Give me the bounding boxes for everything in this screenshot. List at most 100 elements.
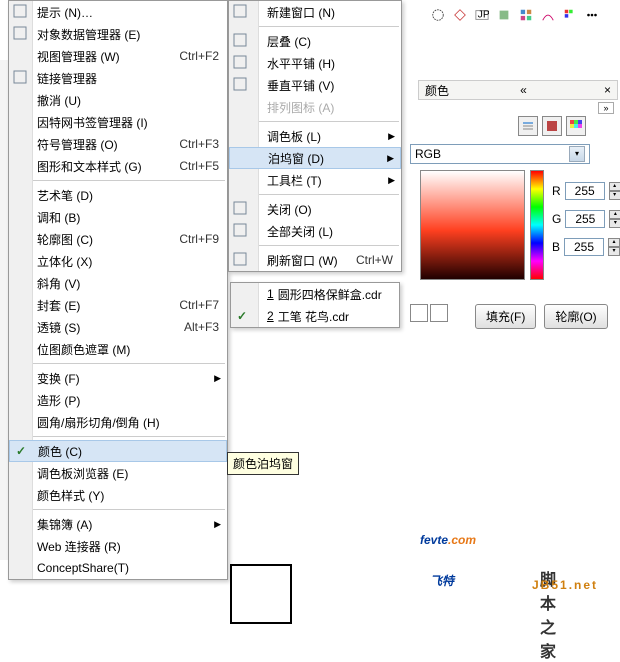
square-icon[interactable] [496, 7, 512, 23]
dockers-item-9[interactable]: 艺术笔 (D) [9, 184, 227, 206]
b-input[interactable] [564, 238, 604, 256]
preview-box [230, 564, 292, 624]
g-spinner[interactable]: ▴▾ [609, 210, 620, 228]
window-item-9[interactable]: 工具栏 (T) ▶ [229, 169, 401, 191]
menu-shortcut: Ctrl+F9 [179, 232, 219, 246]
menu-item-label: 层叠 (C) [267, 33, 311, 50]
dockers-item-19[interactable]: 造形 (P) [9, 389, 227, 411]
color-panel-titlebar: 颜色 « × [418, 80, 618, 100]
dockers-item-27[interactable]: Web 连接器 (R) [9, 535, 227, 557]
dockers-item-26[interactable]: 集锦簿 (A)▶ [9, 513, 227, 535]
jpg-icon[interactable]: JPG [474, 7, 490, 23]
dockers-item-16[interactable]: 位图颜色遮罩 (M) [9, 338, 227, 360]
panel-close-icon[interactable]: × [604, 83, 611, 97]
doc-item-0[interactable]: 1 圆形四格保鲜盒.cdr [231, 283, 399, 305]
dockers-item-0[interactable]: 提示 (N)… [9, 1, 227, 23]
window-item-7[interactable]: 调色板 (L)▶ [229, 125, 401, 147]
svg-text:JPG: JPG [478, 9, 490, 21]
dockers-item-1[interactable]: 对象数据管理器 (E) [9, 23, 227, 45]
menu-item-label: 撤消 (U) [37, 92, 81, 109]
panel-expand-icon[interactable]: » [598, 102, 614, 114]
dockers-item-14[interactable]: 封套 (E)Ctrl+F7 [9, 294, 227, 316]
sliders-icon[interactable] [518, 116, 538, 136]
dockers-item-24[interactable]: 颜色样式 (Y) [9, 484, 227, 506]
menu-separator [11, 180, 225, 181]
shape-icon[interactable] [430, 7, 446, 23]
dockers-item-3[interactable]: 链接管理器 [9, 67, 227, 89]
submenu-arrow-icon: ▶ [214, 373, 221, 384]
dockers-item-15[interactable]: 透镜 (S)Alt+F3 [9, 316, 227, 338]
menu-item-label: 关闭 (O) [267, 201, 312, 218]
r-row: R ▴▾ [552, 182, 620, 200]
viewer-icon[interactable] [542, 116, 562, 136]
palette-icon[interactable] [562, 7, 578, 23]
window-item-5: 排列图标 (A) [229, 96, 401, 118]
menu-item-label: 图形和文本样式 (G) [37, 158, 142, 175]
panel-arrows[interactable]: « [520, 83, 527, 97]
curve-icon[interactable] [540, 7, 556, 23]
dockers-item-2[interactable]: 视图管理器 (W)Ctrl+F2 [9, 45, 227, 67]
color-swatches [410, 304, 448, 322]
dockers-item-5[interactable]: 因特网书签管理器 (I) [9, 111, 227, 133]
dockers-item-23[interactable]: 调色板浏览器 (E) [9, 462, 227, 484]
submenu-arrow-icon: ▶ [388, 175, 395, 186]
dockers-item-4[interactable]: 撤消 (U) [9, 89, 227, 111]
dots-icon[interactable] [584, 7, 600, 23]
menu-item-label: 新建窗口 (N) [267, 4, 335, 21]
hue-slider[interactable] [530, 170, 544, 280]
menu-item-label: 符号管理器 (O) [37, 136, 118, 153]
menu-item-label: 工笔 花鸟.cdr [278, 308, 349, 325]
dockers-item-13[interactable]: 斜角 (V) [9, 272, 227, 294]
closeall-icon [233, 223, 249, 239]
dockers-item-12[interactable]: 立体化 (X) [9, 250, 227, 272]
window-item-3[interactable]: 水平平铺 (H) [229, 52, 401, 74]
close-icon [233, 201, 249, 217]
dockers-item-6[interactable]: 符号管理器 (O)Ctrl+F3 [9, 133, 227, 155]
window-item-2[interactable]: 层叠 (C) [229, 30, 401, 52]
submenu-arrow-icon: ▶ [387, 153, 394, 164]
check-icon: ✓ [237, 309, 247, 323]
tileh-icon [233, 55, 249, 71]
menu-icon [13, 26, 29, 42]
fill-button[interactable]: 填充(F) [475, 304, 536, 329]
g-row: G ▴▾ [552, 210, 620, 228]
window-item-0[interactable]: 新建窗口 (N) [229, 1, 401, 23]
swatch-old[interactable] [410, 304, 428, 322]
r-input[interactable] [565, 182, 605, 200]
r-label: R [552, 184, 561, 198]
dockers-item-10[interactable]: 调和 (B) [9, 206, 227, 228]
chevron-down-icon: ▾ [569, 146, 585, 162]
dockers-item-18[interactable]: 变换 (F) ▶ [9, 367, 227, 389]
refresh-icon [233, 252, 249, 268]
menu-item-label: 工具栏 (T) [267, 172, 322, 189]
r-spinner[interactable]: ▴▾ [609, 182, 620, 200]
window-item-8[interactable]: 泊坞窗 (D)▶ [229, 147, 401, 169]
fevte-logo: fevte.com [420, 520, 476, 551]
dockers-item-22[interactable]: ✓颜色 (C) [9, 440, 227, 462]
menu-item-label: 颜色样式 (Y) [37, 487, 104, 504]
color-model-dropdown[interactable]: RGB ▾ [410, 144, 590, 164]
dockers-item-20[interactable]: 圆角/扇形切角/倒角 (H) [9, 411, 227, 433]
dockers-item-28[interactable]: ConceptShare(T) [9, 557, 227, 579]
color-gradient-picker[interactable] [420, 170, 525, 280]
dockers-item-7[interactable]: 图形和文本样式 (G)Ctrl+F5 [9, 155, 227, 177]
menu-item-label: 变换 (F) [37, 370, 80, 387]
top-toolbar: JPG [430, 4, 616, 26]
b-spinner[interactable]: ▴▾ [608, 238, 620, 256]
window-item-14[interactable]: 刷新窗口 (W)Ctrl+W [229, 249, 401, 271]
window-item-12[interactable]: 全部关闭 (L) [229, 220, 401, 242]
polygon-icon[interactable] [452, 7, 468, 23]
outline-button[interactable]: 轮廓(O) [544, 304, 607, 329]
menu-icon [13, 4, 29, 20]
g-input[interactable] [565, 210, 605, 228]
dockers-item-11[interactable]: 轮廓图 (C)Ctrl+F9 [9, 228, 227, 250]
doc-item-1[interactable]: ✓2 工笔 花鸟.cdr [231, 305, 399, 327]
window-item-4[interactable]: 垂直平铺 (V) [229, 74, 401, 96]
palette-grid-icon[interactable] [566, 116, 586, 136]
menu-item-label: 斜角 (V) [37, 275, 80, 292]
menu-separator [11, 436, 225, 437]
grid-icon[interactable] [518, 7, 534, 23]
swatch-new[interactable] [430, 304, 448, 322]
b-row: B ▴▾ [552, 238, 620, 256]
window-item-11[interactable]: 关闭 (O) [229, 198, 401, 220]
